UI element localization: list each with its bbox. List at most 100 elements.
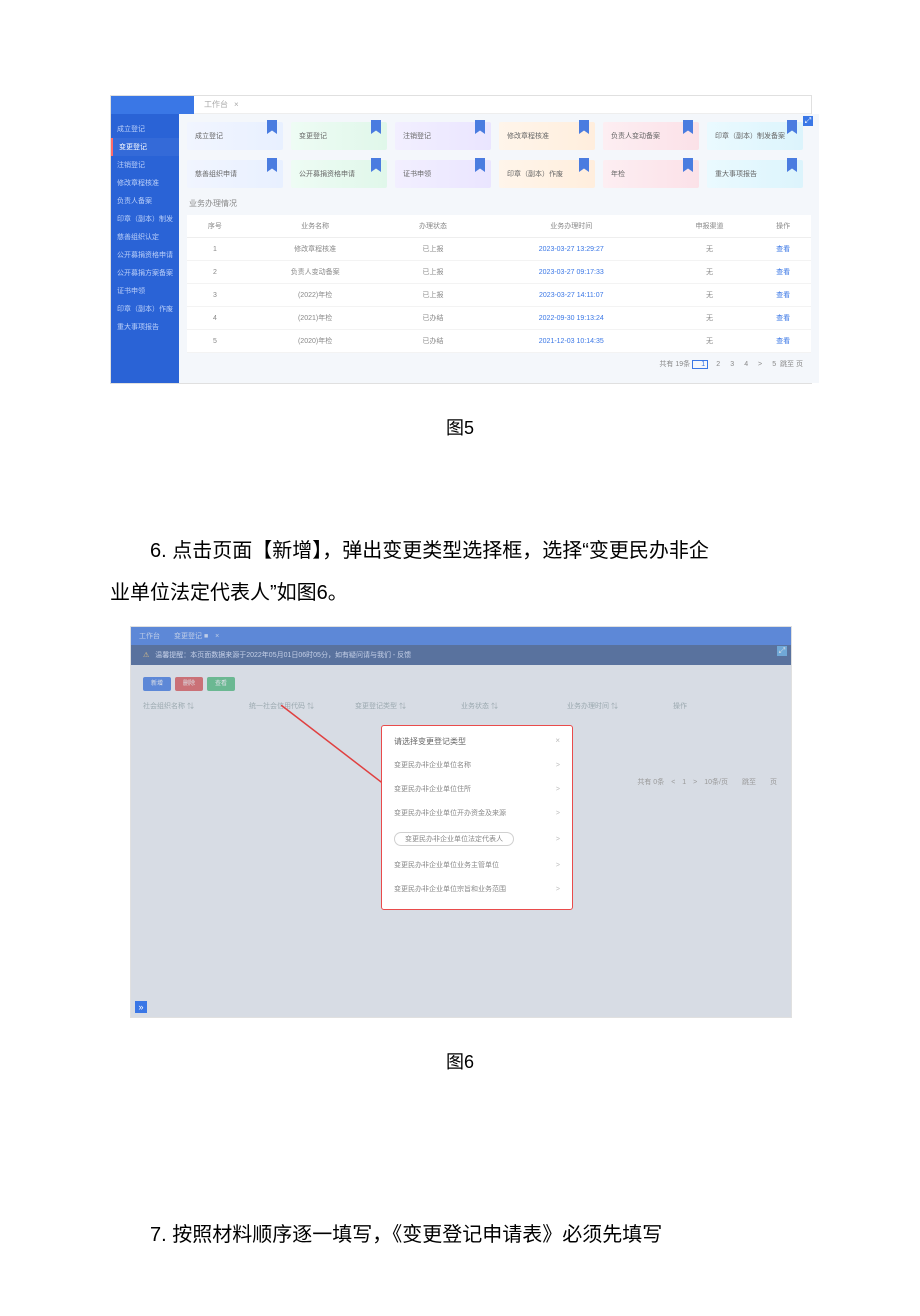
bookmark-icon — [579, 158, 589, 172]
page-number[interactable]: 2 — [708, 361, 722, 368]
fig6-pager[interactable]: 共有 0条 < 1 > 10条/页 跳至 页 — [637, 777, 777, 787]
sidebar: 成立登记 变更登记 注销登记 修改章程核准 负责人备案 印章（副本）制发 慈善组… — [111, 114, 179, 383]
fig5-topbar: 工作台 × — [111, 96, 811, 114]
table-cell[interactable]: 查看 — [755, 238, 811, 261]
service-card[interactable]: 年检 — [603, 160, 699, 188]
table-header: 序号 — [187, 215, 243, 238]
table-row: 3(2022)年检已上报2023-03-27 14:11:07无查看 — [187, 284, 811, 307]
table-row: 4(2021)年检已办结2022-09-30 19:13:24无查看 — [187, 307, 811, 330]
page-number[interactable]: 1 — [692, 360, 708, 369]
modal-option[interactable]: 变更民办非企业单位宗旨和业务范围> — [382, 877, 572, 901]
table-cell: 2023-03-27 13:29:27 — [479, 238, 664, 261]
modal-option-label: 变更民办非企业单位业务主管单位 — [394, 860, 499, 870]
table-cell[interactable]: 查看 — [755, 284, 811, 307]
workspace-tab-label: 工作台 — [204, 99, 228, 110]
card-label: 修改章程核准 — [507, 131, 549, 141]
service-card[interactable]: 变更登记 — [291, 122, 387, 150]
card-row-1: 成立登记变更登记注销登记 修改章程核准 负责人变动备案 印章（副本）制发备案 — [187, 122, 811, 150]
fig6-caption: 图6 — [0, 1048, 920, 1074]
fig5-app-window: 工作台 × 成立登记 变更登记 注销登记 修改章程核准 负责人备案 印章（副本）… — [110, 95, 812, 384]
page-number[interactable]: 4 — [736, 361, 750, 368]
page-number[interactable]: > — [750, 361, 764, 368]
document-page: 工作台 × 成立登记 变更登记 注销登记 修改章程核准 负责人备案 印章（副本）… — [0, 95, 920, 1256]
tab-close-icon[interactable]: × — [234, 100, 239, 109]
table-cell: 已上报 — [387, 261, 478, 284]
workspace-tab[interactable]: 工作台 × — [194, 96, 811, 114]
service-card[interactable]: 成立登记 — [187, 122, 283, 150]
chevron-right-icon: > — [556, 862, 560, 869]
service-card[interactable]: 印章（副本）制发备案 — [707, 122, 803, 150]
bookmark-icon — [475, 158, 485, 172]
table-cell[interactable]: 查看 — [755, 261, 811, 284]
bookmark-icon — [267, 120, 277, 134]
table-cell: 2021-12-03 10:14:35 — [479, 330, 664, 353]
modal-option[interactable]: 变更民办非企业单位名称> — [382, 753, 572, 777]
chevron-right-icon: > — [556, 836, 560, 843]
modal-option-label: 变更民办非企业单位法定代表人 — [394, 832, 514, 846]
card-label: 印章（副本）作废 — [507, 169, 563, 179]
fig5-caption: 图5 — [0, 414, 920, 440]
modal-option-label: 变更民办非企业单位住所 — [394, 784, 471, 794]
table-body: 1修改章程核准已上报2023-03-27 13:29:27无查看2负责人变动备案… — [187, 238, 811, 353]
page-number[interactable]: 5 — [764, 361, 778, 368]
service-card[interactable]: 修改章程核准 — [499, 122, 595, 150]
service-card[interactable]: 注销登记 — [395, 122, 491, 150]
table-cell: 3 — [187, 284, 243, 307]
table-header: 申报渠道 — [664, 215, 755, 238]
bookmark-icon — [267, 158, 277, 172]
expand-icon[interactable]: ⤢ — [803, 116, 813, 126]
table-cell: 无 — [664, 307, 755, 330]
table-cell: 负责人变动备案 — [243, 261, 388, 284]
page-number[interactable]: 3 — [722, 361, 736, 368]
table-cell: 无 — [664, 238, 755, 261]
sidebar-item[interactable]: 证书申领 — [111, 282, 179, 300]
sidebar-item[interactable]: 修改章程核准 — [111, 174, 179, 192]
para6-line1: 6. 点击页面【新增】，弹出变更类型选择框，选择“变更民办非企 — [110, 530, 810, 572]
table-cell: 无 — [664, 330, 755, 353]
sidebar-item[interactable]: 印章（副本）制发 — [111, 210, 179, 228]
table-row: 5(2020)年检已办结2021-12-03 10:14:35无查看 — [187, 330, 811, 353]
paragraph-7: 7. 按照材料顺序逐一填写，《变更登记申请表》必须先填写 — [0, 1214, 920, 1256]
modal-option[interactable]: 变更民办非企业单位住所 > — [382, 777, 572, 801]
card-label: 年检 — [611, 169, 625, 179]
service-card[interactable]: 印章（副本）作废 — [499, 160, 595, 188]
table-cell: (2020)年检 — [243, 330, 388, 353]
modal-option[interactable]: 变更民办非企业单位业务主管单位 > — [382, 853, 572, 877]
modal-option[interactable]: 变更民办非企业单位开办资金及来源> — [382, 801, 572, 825]
sidebar-item[interactable]: 成立登记 — [111, 120, 179, 138]
chevron-icon[interactable]: » — [135, 1001, 147, 1013]
pager[interactable]: 共有 19条 1234>5 跳至 页 — [187, 353, 811, 373]
sidebar-item[interactable]: 慈善组织认定 — [111, 228, 179, 246]
card-label: 印章（副本）制发备案 — [715, 131, 785, 141]
sidebar-item[interactable]: 注销登记 — [111, 156, 179, 174]
sidebar-item[interactable]: 负责人备案 — [111, 192, 179, 210]
close-icon[interactable]: × — [555, 736, 560, 747]
bookmark-icon — [371, 120, 381, 134]
sidebar-item[interactable]: 重大事项报告 — [111, 318, 179, 336]
chevron-right-icon: > — [556, 786, 560, 793]
table-header: 业务办理时间 — [479, 215, 664, 238]
service-card[interactable]: 证书申领 — [395, 160, 491, 188]
table-cell[interactable]: 查看 — [755, 330, 811, 353]
chevron-right-icon: > — [556, 762, 560, 769]
para7-text: 7. 按照材料顺序逐一填写，《变更登记申请表》必须先填写 — [110, 1214, 810, 1256]
sidebar-item[interactable]: 公开募捐资格申请 — [111, 246, 179, 264]
logo-area — [111, 96, 194, 114]
modal-option[interactable]: 变更民办非企业单位法定代表人 > — [382, 825, 572, 853]
sidebar-item-active[interactable]: 变更登记 — [111, 138, 179, 156]
table-cell: 已上报 — [387, 238, 478, 261]
service-card[interactable]: 公开募捐资格申请 — [291, 160, 387, 188]
service-card[interactable]: 慈善组织申请 — [187, 160, 283, 188]
card-row-2: 慈善组织申请公开募捐资格申请 证书申领 印章（副本）作废 年检 重大事项报告 — [187, 160, 811, 188]
table-cell[interactable]: 查看 — [755, 307, 811, 330]
service-card[interactable]: 负责人变动备案 — [603, 122, 699, 150]
fig6-pager-text: 共有 0条 < 1 > 10条/页 跳至 页 — [637, 779, 777, 786]
figure-5: 工作台 × 成立登记 变更登记 注销登记 修改章程核准 负责人备案 印章（副本）… — [110, 95, 810, 384]
table-cell: 2023-03-27 09:17:33 — [479, 261, 664, 284]
service-card[interactable]: 重大事项报告 — [707, 160, 803, 188]
bookmark-icon — [787, 158, 797, 172]
para6-line2: 业单位法定代表人”如图6。 — [110, 582, 348, 604]
card-label: 证书申领 — [403, 169, 431, 179]
sidebar-item[interactable]: 公开募捐方案备案 — [111, 264, 179, 282]
sidebar-item[interactable]: 印章（副本）作废 — [111, 300, 179, 318]
